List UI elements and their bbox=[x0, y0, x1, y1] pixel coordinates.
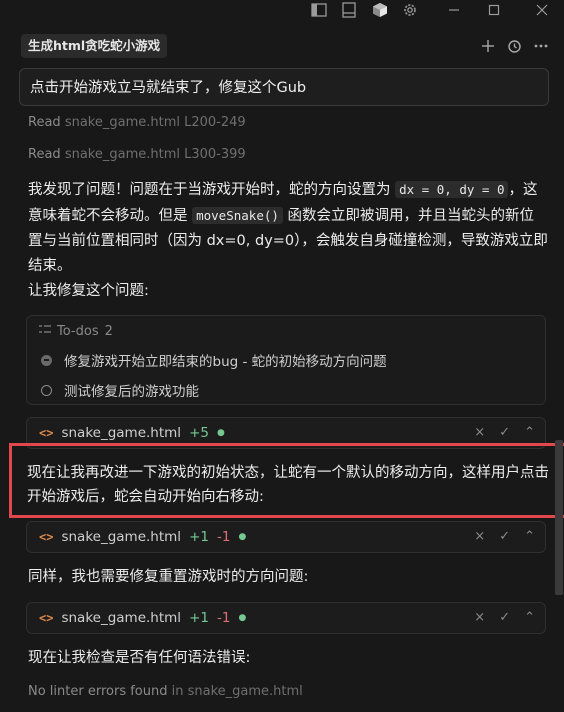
in-progress-circle-icon bbox=[41, 354, 52, 366]
lines-added: +1 bbox=[189, 529, 209, 545]
explanation-text: 我发现了问题！问题在于当游戏开始时，蛇的方向设置为 bbox=[28, 182, 391, 198]
read-file: snake_game.html bbox=[64, 147, 180, 162]
toggle-sidebar-left-icon[interactable] bbox=[308, 0, 330, 20]
accept-check-icon[interactable]: ✓ bbox=[499, 603, 510, 633]
code-file-icon: <> bbox=[39, 530, 54, 544]
status-dot-icon: ● bbox=[238, 532, 247, 542]
lines-removed: -1 bbox=[216, 610, 231, 626]
maximize-icon[interactable] bbox=[483, 0, 505, 20]
reject-x-icon[interactable]: × bbox=[474, 522, 485, 552]
reset-fix-message: 同样，我也需要修复重置游戏时的方向问题: bbox=[28, 569, 309, 585]
cursor-agent-icon[interactable] bbox=[369, 0, 391, 20]
close-window-icon[interactable] bbox=[531, 0, 553, 20]
inline-code: dx = 0, dy = 0 bbox=[395, 181, 509, 198]
todo-header[interactable]: To-dos 2 bbox=[39, 324, 113, 339]
todo-item[interactable]: 测试修复后的游戏功能 bbox=[41, 380, 199, 400]
todo-list-icon bbox=[39, 324, 51, 339]
expand-chevron-icon[interactable]: ⌃ bbox=[524, 603, 535, 633]
read-tool-line[interactable]: Read snake_game.html L200-249 bbox=[28, 115, 246, 130]
fix-intro-text: 让我修复这个问题: bbox=[28, 283, 149, 299]
read-range: L200-249 bbox=[184, 115, 246, 130]
lines-removed: -1 bbox=[216, 529, 231, 545]
code-file-icon: <> bbox=[39, 611, 54, 625]
status-dot-icon: ● bbox=[238, 613, 247, 623]
linter-in-label: in bbox=[171, 684, 184, 699]
todo-item-text: 修复游戏开始立即结束的bug - 蛇的初始移动方向问题 bbox=[64, 354, 387, 370]
accept-check-icon[interactable]: ✓ bbox=[499, 522, 510, 552]
more-options-icon[interactable] bbox=[531, 36, 551, 56]
read-file: snake_game.html bbox=[64, 115, 180, 130]
chat-header: 生成html贪吃蛇小游戏 bbox=[0, 30, 564, 64]
todo-count: 2 bbox=[104, 324, 113, 339]
inline-code: moveSnake() bbox=[192, 207, 283, 224]
todo-item-text: 测试修复后的游戏功能 bbox=[64, 384, 199, 400]
window-toolbar bbox=[0, 0, 564, 22]
edit-file-name: snake_game.html bbox=[61, 529, 182, 545]
read-range: L300-399 bbox=[184, 147, 246, 162]
reject-x-icon[interactable]: × bbox=[474, 603, 485, 633]
file-edit-card[interactable]: <> snake_game.html +1 -1 ● × ✓ ⌃ bbox=[26, 521, 546, 553]
linter-text: No linter errors found bbox=[28, 684, 168, 699]
history-icon[interactable] bbox=[504, 36, 524, 56]
syntax-check-message: 现在让我检查是否有任何语法错误: bbox=[28, 650, 251, 666]
highlight-box bbox=[9, 443, 564, 518]
todo-item[interactable]: 修复游戏开始立即结束的bug - 蛇的初始移动方向问题 bbox=[41, 350, 387, 370]
read-verb: Read bbox=[28, 147, 61, 162]
assistant-explanation: 我发现了问题！问题在于当游戏开始时，蛇的方向设置为 dx = 0, dy = 0… bbox=[28, 177, 548, 279]
lines-added: +1 bbox=[189, 610, 209, 626]
edit-file-name: snake_game.html bbox=[61, 610, 182, 626]
expand-chevron-icon[interactable]: ⌃ bbox=[524, 522, 535, 552]
read-tool-line[interactable]: Read snake_game.html L300-399 bbox=[28, 147, 246, 162]
settings-gear-icon[interactable] bbox=[399, 0, 421, 20]
user-message[interactable]: 点击开始游戏立马就结束了，修复这个Gub bbox=[19, 68, 549, 106]
todo-list-card: To-dos 2 修复游戏开始立即结束的bug - 蛇的初始移动方向问题 测试修… bbox=[26, 315, 546, 405]
read-verb: Read bbox=[28, 115, 61, 130]
todo-label: To-dos bbox=[57, 324, 99, 339]
file-edit-card[interactable]: <> snake_game.html +1 -1 ● × ✓ ⌃ bbox=[26, 602, 546, 634]
pending-circle-icon bbox=[41, 384, 52, 396]
minimize-icon[interactable] bbox=[443, 0, 465, 20]
linter-file: snake_game.html bbox=[187, 684, 303, 699]
chat-tab-title[interactable]: 生成html贪吃蛇小游戏 bbox=[21, 34, 168, 58]
linter-result[interactable]: No linter errors found in snake_game.htm… bbox=[28, 684, 303, 699]
toggle-panel-icon[interactable] bbox=[338, 0, 360, 20]
new-chat-plus-icon[interactable] bbox=[478, 36, 498, 56]
scrollbar-thumb[interactable] bbox=[555, 440, 563, 595]
